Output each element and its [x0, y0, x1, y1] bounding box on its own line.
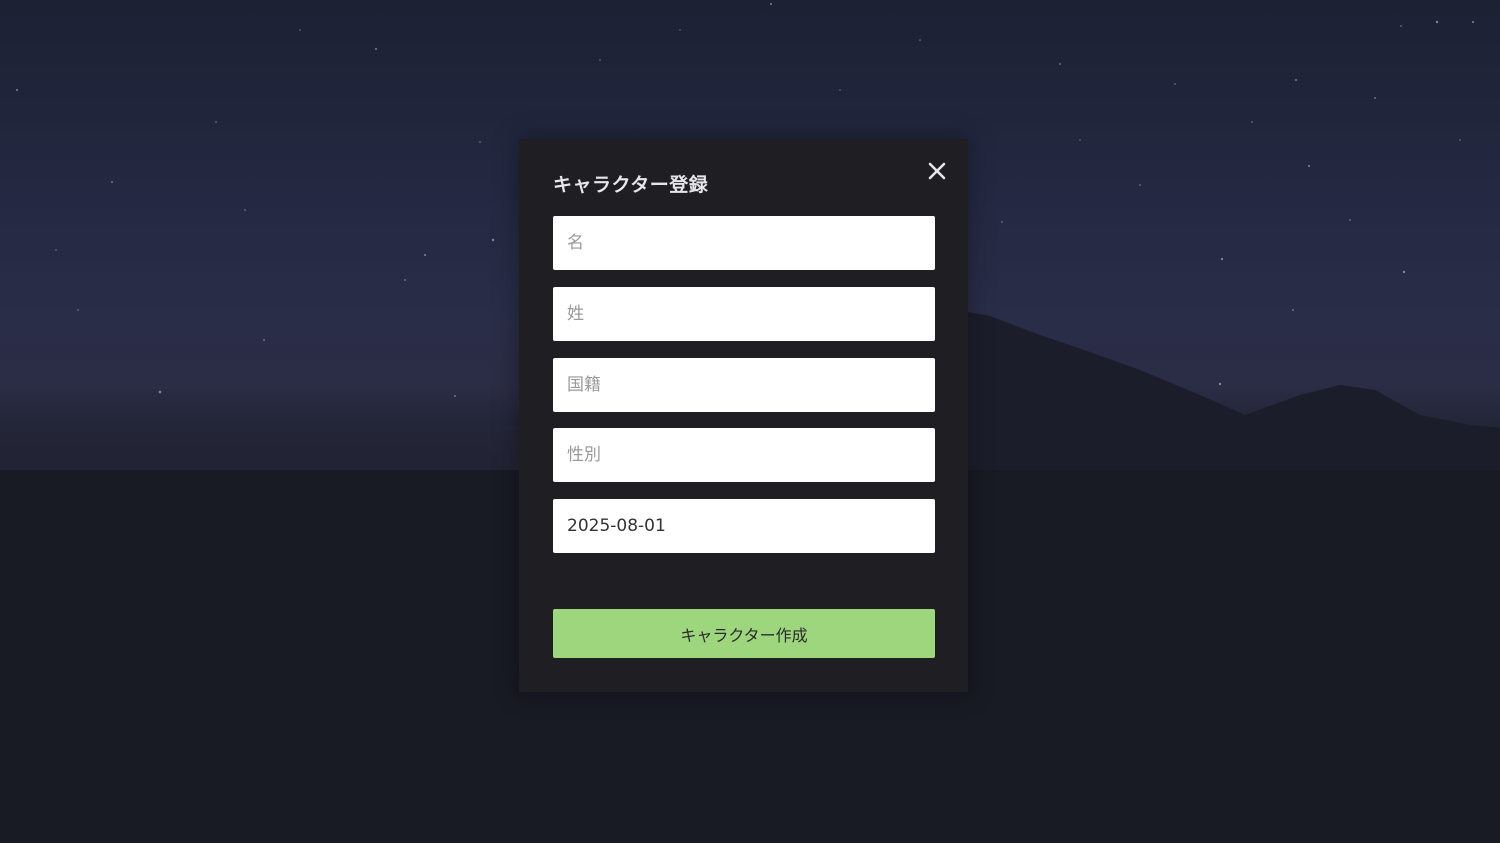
nationality-input[interactable]: [553, 358, 935, 412]
first-name-input[interactable]: [553, 216, 935, 270]
modal-title: キャラクター登録: [553, 174, 709, 196]
character-registration-modal: キャラクター登録 キャラクター作成: [519, 139, 968, 692]
close-button[interactable]: [923, 157, 951, 185]
birthdate-input[interactable]: [553, 499, 935, 553]
last-name-input[interactable]: [553, 287, 935, 341]
gender-input[interactable]: [553, 428, 935, 482]
close-icon: [928, 162, 946, 180]
create-character-button[interactable]: キャラクター作成: [553, 609, 935, 658]
background-scene: キャラクター登録 キャラクター作成: [0, 0, 1500, 843]
